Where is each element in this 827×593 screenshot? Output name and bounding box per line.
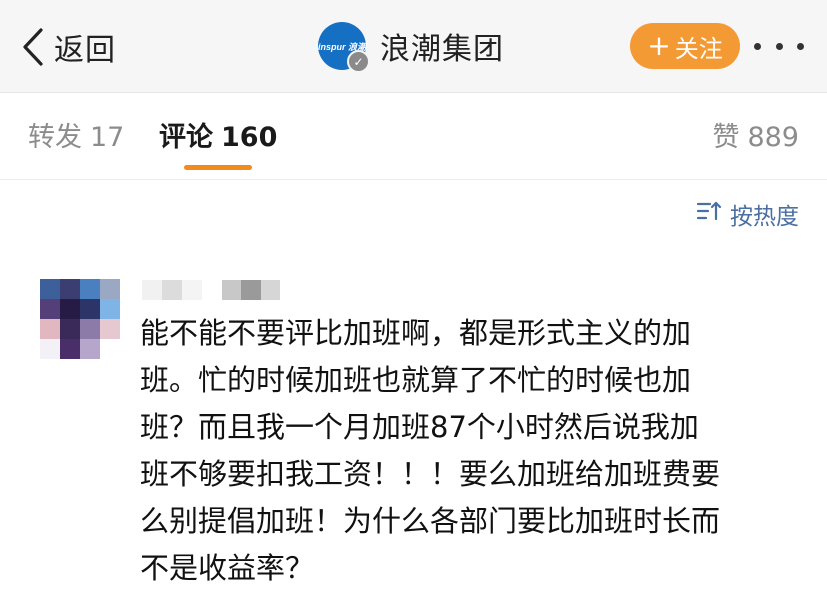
avatar-pixel (80, 299, 100, 319)
blur-pixel (260, 280, 280, 300)
avatar-pixel (40, 299, 60, 319)
avatar-pixel (80, 279, 100, 299)
avatar-pixel (60, 279, 80, 299)
blur-pixel (241, 280, 261, 300)
tab-repost-label: 转发 (28, 122, 82, 153)
sort-list-icon (696, 200, 730, 228)
blur-pixel (222, 280, 242, 300)
plus-icon: + (647, 29, 671, 62)
avatar-pixel (40, 319, 60, 339)
avatar-pixel (80, 319, 100, 339)
blur-pixel (182, 280, 202, 300)
follow-button[interactable]: + 关注 (630, 23, 740, 69)
avatar-pixel (100, 339, 120, 359)
weibo-comments-screen: 返回 inspur 浪潮 ✓ 浪潮集团 + 关注 转发 17 评论 160 赞 … (0, 0, 827, 593)
avatar-pixel (100, 299, 120, 319)
more-options-button[interactable] (754, 36, 804, 56)
tab-comment[interactable]: 评论 160 (159, 115, 277, 154)
avatar-pixel (60, 299, 80, 319)
avatar-pixel (60, 339, 80, 359)
avatar-pixel (100, 319, 120, 339)
tab-comment-label: 评论 (159, 122, 213, 153)
follow-label: 关注 (674, 34, 723, 63)
avatar-pixel (100, 279, 120, 299)
blur-pixel (162, 280, 182, 300)
blur-pixel (142, 280, 162, 300)
avatar-pixel (60, 319, 80, 339)
commenter-avatar[interactable] (40, 279, 120, 359)
tab-repost-count: 17 (90, 122, 125, 153)
account-avatar[interactable]: inspur 浪潮 ✓ (318, 22, 370, 73)
more-dots-icon (797, 42, 804, 50)
back-label: 返回 (54, 33, 116, 68)
avatar-pixel (40, 279, 60, 299)
blurred-user-badge (222, 280, 280, 300)
tab-like[interactable]: 赞 889 (712, 115, 799, 154)
tab-like-count: 889 (747, 122, 799, 153)
back-button[interactable]: 返回 (22, 24, 116, 70)
tab-comment-count: 160 (221, 122, 278, 153)
verified-badge-icon: ✓ (347, 50, 370, 73)
avatar-pixel (40, 339, 60, 359)
tab-repost[interactable]: 转发 17 (28, 115, 124, 154)
comment-body: 能不能不要评比加班啊，都是形式主义的加 班。忙的时候加班也就算了不忙的时候也加 … (140, 316, 721, 585)
blurred-username (142, 280, 206, 300)
account-info[interactable]: inspur 浪潮 ✓ 浪潮集团 (318, 20, 504, 73)
sort-by-hot-button[interactable]: 按热度 (696, 199, 799, 230)
more-dots-icon (754, 42, 761, 50)
tab-like-label: 赞 (712, 122, 740, 153)
chevron-left-icon (22, 28, 44, 66)
top-navigation-bar: 返回 inspur 浪潮 ✓ 浪潮集团 + 关注 (0, 0, 827, 93)
more-dots-icon (775, 42, 783, 50)
active-tab-indicator (184, 165, 252, 170)
sort-label: 按热度 (730, 204, 799, 230)
tab-bar: 转发 17 评论 160 赞 889 (0, 93, 827, 180)
avatar-pixel (80, 339, 100, 359)
account-name[interactable]: 浪潮集团 (380, 24, 504, 68)
